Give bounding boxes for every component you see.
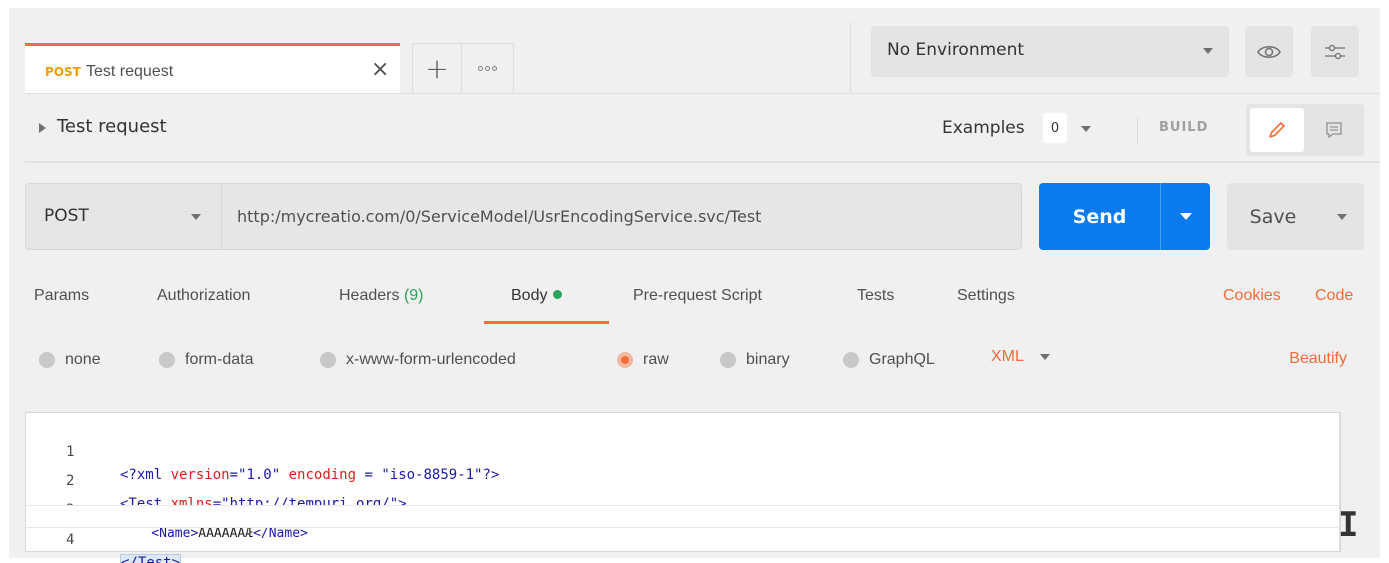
comment-icon xyxy=(1326,122,1342,139)
url-input[interactable]: http:/mycreatio.com/0/ServiceModel/UsrEn… xyxy=(222,183,1022,250)
environment-quick-look-button[interactable] xyxy=(1245,26,1293,77)
body-code-editor[interactable]: 1 <?xml version="1.0" encoding = "iso-88… xyxy=(25,412,1358,563)
request-name-bar: Test request Examples 0 BUILD xyxy=(25,93,1380,163)
body-type-binary[interactable]: binary xyxy=(720,348,790,372)
body-type-graphql[interactable]: GraphQL xyxy=(843,348,935,372)
method-label: POST xyxy=(44,206,89,226)
send-button[interactable]: Send xyxy=(1039,183,1160,250)
manage-environments-button[interactable] xyxy=(1311,26,1359,77)
postman-request-panel: POST Test request × + No Environment Tes… xyxy=(9,8,1380,563)
url-value: http:/mycreatio.com/0/ServiceModel/UsrEn… xyxy=(237,207,762,226)
chevron-down-icon xyxy=(1039,354,1050,360)
radio-icon xyxy=(720,352,736,368)
radio-label: GraphQL xyxy=(869,351,935,368)
radio-icon xyxy=(320,352,336,368)
send-options-button[interactable] xyxy=(1160,183,1210,250)
tab-body-label: Body xyxy=(511,287,548,304)
body-format-label: XML xyxy=(991,348,1024,365)
radio-icon xyxy=(843,352,859,368)
method-select[interactable]: POST xyxy=(25,183,222,250)
body-type-raw[interactable]: raw xyxy=(617,348,669,372)
request-tab-active[interactable]: POST Test request × xyxy=(25,43,400,93)
tab-headers[interactable]: Headers (9) xyxy=(339,287,424,305)
radio-icon xyxy=(159,352,175,368)
eye-icon xyxy=(1257,45,1281,58)
code-link[interactable]: Code xyxy=(1315,287,1353,305)
body-format-select[interactable]: XML xyxy=(991,348,1050,366)
headers-count: (9) xyxy=(403,287,424,304)
editor-line: 1 <?xml version="1.0" encoding = "iso-88… xyxy=(26,418,1338,483)
radio-label: binary xyxy=(746,351,790,368)
body-type-urlencoded[interactable]: x-www-form-urlencoded xyxy=(320,348,516,372)
comment-mode-button[interactable] xyxy=(1308,108,1360,152)
tab-tests[interactable]: Tests xyxy=(857,287,894,305)
chevron-down-icon[interactable] xyxy=(1081,126,1091,132)
tab-headers-label: Headers xyxy=(339,287,400,304)
environment-select[interactable]: No Environment xyxy=(871,26,1229,77)
pencil-icon xyxy=(1269,122,1285,138)
tab-pre-request-script[interactable]: Pre-request Script xyxy=(633,287,762,305)
examples-label[interactable]: Examples xyxy=(942,118,1025,138)
close-icon[interactable]: × xyxy=(371,59,389,81)
active-tab-indicator xyxy=(484,321,609,324)
chevron-down-icon xyxy=(1203,48,1213,54)
divider xyxy=(1137,118,1138,144)
radio-selected-icon xyxy=(617,352,633,368)
tab-params[interactable]: Params xyxy=(34,287,89,305)
edit-mode-button[interactable] xyxy=(1250,108,1304,152)
build-mode-label[interactable]: BUILD xyxy=(1159,120,1208,135)
tab-method-badge: POST xyxy=(45,65,81,79)
save-button[interactable]: Save xyxy=(1227,183,1319,250)
radio-icon xyxy=(39,352,55,368)
body-type-form-data[interactable]: form-data xyxy=(159,348,253,372)
tab-title: Test request xyxy=(86,63,174,80)
beautify-link[interactable]: Beautify xyxy=(1289,350,1347,368)
radio-label: raw xyxy=(643,351,669,368)
radio-label: form-data xyxy=(185,351,254,368)
editor-line: 3 <Name>ÀÁÂÃÄÅÆ</Name> xyxy=(26,476,1338,541)
body-type-none[interactable]: none xyxy=(39,348,101,372)
tab-authorization[interactable]: Authorization xyxy=(157,287,250,305)
plus-icon: + xyxy=(425,52,449,85)
environment-label: No Environment xyxy=(887,40,1025,60)
editor-line-current: 4 </Test> xyxy=(26,505,1338,563)
body-status-dot xyxy=(553,290,563,300)
code-token: </Test> xyxy=(120,554,182,563)
code-token: </Name> xyxy=(253,526,308,541)
caret-right-icon[interactable] xyxy=(39,123,46,133)
text-cursor-icon: I xyxy=(1338,505,1359,545)
tab-settings[interactable]: Settings xyxy=(957,287,1015,305)
sliders-icon xyxy=(1325,44,1345,59)
tab-body[interactable]: Body xyxy=(511,287,563,305)
radio-label: x-www-form-urlencoded xyxy=(346,351,516,368)
request-name[interactable]: Test request xyxy=(57,116,167,137)
code-token: ÀÁÂÃÄÅÆ xyxy=(198,526,254,541)
chevron-down-icon xyxy=(1336,213,1347,220)
new-tab-button[interactable]: + xyxy=(412,43,462,93)
line-number: 4 xyxy=(66,532,75,548)
divider xyxy=(850,22,851,92)
more-dots-icon[interactable] xyxy=(462,43,514,93)
mode-toggle-group xyxy=(1246,104,1364,156)
chevron-down-icon xyxy=(191,214,201,220)
chevron-down-icon xyxy=(1179,213,1192,220)
save-options-button[interactable] xyxy=(1319,183,1364,250)
cookies-link[interactable]: Cookies xyxy=(1223,287,1281,305)
radio-label: none xyxy=(65,351,101,368)
editor-line: 2 <Test xmlns="http://tempuri.org/"> xyxy=(26,447,1338,512)
code-token: <Name> xyxy=(120,526,199,541)
code-text: </Test> xyxy=(120,552,182,563)
examples-count-badge: 0 xyxy=(1043,113,1067,143)
